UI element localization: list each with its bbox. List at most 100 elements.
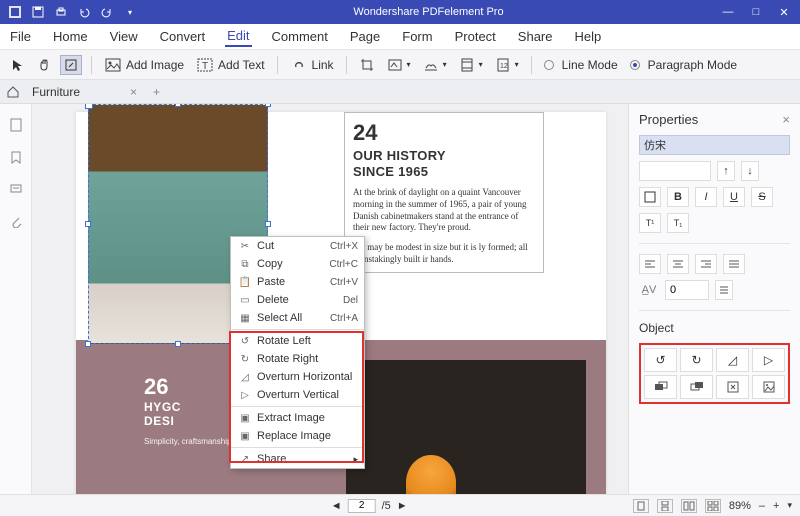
zoom-level: 89% — [729, 500, 751, 512]
menu-file[interactable]: File — [8, 27, 33, 46]
properties-title: Properties — [639, 112, 698, 127]
align-right-button[interactable] — [695, 254, 717, 274]
edit-object-button[interactable] — [60, 55, 82, 75]
save-icon[interactable] — [31, 5, 45, 19]
zoom-dropdown-icon[interactable]: ▾ — [787, 500, 792, 511]
continuous-view-button[interactable] — [657, 499, 673, 513]
title-bar: ▾ Wondershare PDFelement Pro ― □ ✕ — [0, 0, 800, 24]
add-text-button[interactable]: TAdd Text — [193, 54, 267, 76]
two-page-view-button[interactable] — [681, 499, 697, 513]
menu-share[interactable]: Share — [516, 27, 555, 46]
document-tab-bar: Furniture × + — [0, 80, 800, 104]
single-page-view-button[interactable] — [633, 499, 649, 513]
attachment-icon[interactable] — [7, 212, 25, 230]
ctx-paste[interactable]: 📋PasteCtrl+V — [231, 273, 364, 291]
zoom-out-button[interactable]: – — [759, 500, 765, 512]
undo-icon[interactable] — [77, 5, 91, 19]
minimize-button[interactable]: ― — [720, 6, 736, 19]
ctx-replace-image[interactable]: ▣Replace Image — [231, 427, 364, 445]
rotate-right-button[interactable]: ↻ — [680, 348, 713, 372]
properties-close-icon[interactable]: × — [782, 112, 790, 127]
menu-protect[interactable]: Protect — [453, 27, 498, 46]
edit-toolbar: Add Image TAdd Text Link ▾ ▾ ▾ 12▾ Line … — [0, 50, 800, 80]
page-number-input[interactable] — [348, 499, 376, 513]
link-button[interactable]: Link — [287, 54, 337, 76]
bookmark-icon[interactable] — [7, 148, 25, 166]
zoom-in-button[interactable]: + — [773, 500, 779, 512]
prev-page-button[interactable]: ◄ — [331, 500, 342, 512]
bring-front-button[interactable] — [680, 375, 713, 399]
line-spacing-button[interactable] — [715, 280, 733, 300]
align-justify-button[interactable] — [723, 254, 745, 274]
document-tab[interactable]: Furniture × — [24, 80, 145, 103]
home-tab-icon[interactable] — [6, 85, 24, 99]
crop-button[interactable] — [356, 55, 378, 75]
two-continuous-view-button[interactable] — [705, 499, 721, 513]
font-family-select[interactable]: 仿宋 — [639, 135, 790, 155]
subscript-button[interactable]: T₁ — [667, 213, 689, 233]
text-block[interactable]: 24 OUR HISTORY SINCE 1965 At the brink o… — [344, 112, 544, 273]
menu-form[interactable]: Form — [400, 27, 434, 46]
app-icon — [8, 5, 22, 19]
status-bar: ◄ /5 ► 89% – + ▾ — [0, 494, 800, 516]
ctx-delete[interactable]: ▭DeleteDel — [231, 291, 364, 309]
new-tab-button[interactable]: + — [145, 85, 168, 99]
strikethrough-button[interactable]: S — [751, 187, 773, 207]
ctx-rotate-right[interactable]: ↻Rotate Right — [231, 350, 364, 368]
ctx-rotate-left[interactable]: ↺Rotate Left — [231, 332, 364, 350]
menu-view[interactable]: View — [108, 27, 140, 46]
font-size-select[interactable] — [639, 161, 711, 181]
align-left-button[interactable] — [639, 254, 661, 274]
ctx-copy[interactable]: ⧉CopyCtrl+C — [231, 255, 364, 273]
increase-size-button[interactable]: ↑ — [717, 161, 735, 181]
menu-page[interactable]: Page — [348, 27, 382, 46]
decrease-size-button[interactable]: ↓ — [741, 161, 759, 181]
rotate-left-button[interactable]: ↺ — [644, 348, 677, 372]
menu-home[interactable]: Home — [51, 27, 90, 46]
align-center-button[interactable] — [667, 254, 689, 274]
menu-help[interactable]: Help — [573, 27, 604, 46]
redo-icon[interactable] — [100, 5, 114, 19]
ctx-cut[interactable]: ✂CutCtrl+X — [231, 237, 364, 255]
add-image-button[interactable]: Add Image — [101, 54, 187, 76]
close-button[interactable]: ✕ — [776, 6, 792, 19]
flip-vertical-button[interactable]: ▷ — [752, 348, 785, 372]
lamp-image[interactable] — [346, 360, 586, 494]
menu-edit[interactable]: Edit — [225, 26, 251, 47]
header-footer-button[interactable]: ▾ — [456, 55, 486, 75]
ctx-select-all[interactable]: ▦Select AllCtrl+A — [231, 309, 364, 327]
ctx-extract-image[interactable]: ▣Extract Image — [231, 409, 364, 427]
background-button[interactable]: ▾ — [420, 55, 450, 75]
italic-button[interactable]: I — [695, 187, 717, 207]
print-icon[interactable] — [54, 5, 68, 19]
menu-comment[interactable]: Comment — [270, 27, 330, 46]
line-mode-radio[interactable]: Line Mode — [541, 56, 621, 74]
superscript-button[interactable]: T¹ — [639, 213, 661, 233]
flip-horizontal-button[interactable]: ◿ — [716, 348, 749, 372]
extract-image-button[interactable] — [716, 375, 749, 399]
tab-close-icon[interactable]: × — [130, 85, 137, 99]
send-back-button[interactable] — [644, 375, 677, 399]
hand-tool-button[interactable] — [34, 56, 54, 74]
thumbnails-icon[interactable] — [7, 116, 25, 134]
ctx-overturn-vertical[interactable]: ▷Overturn Vertical — [231, 386, 364, 404]
window-title: Wondershare PDFelement Pro — [137, 6, 720, 18]
comment-icon[interactable] — [7, 180, 25, 198]
underline-button[interactable]: U — [723, 187, 745, 207]
document-canvas[interactable]: 24 OUR HISTORY SINCE 1965 At the brink o… — [32, 104, 628, 494]
select-arrow-button[interactable] — [8, 56, 28, 74]
menu-convert[interactable]: Convert — [158, 27, 208, 46]
qat-dropdown-icon[interactable]: ▾ — [123, 5, 137, 19]
bates-button[interactable]: 12▾ — [492, 55, 522, 75]
font-color-button[interactable] — [639, 187, 661, 207]
replace-image-button[interactable] — [752, 375, 785, 399]
watermark-button[interactable]: ▾ — [384, 55, 414, 75]
ctx-overturn-horizontal[interactable]: ◿Overturn Horizontal — [231, 368, 364, 386]
bold-button[interactable]: B — [667, 187, 689, 207]
ctx-share[interactable]: ↗Share▸ — [231, 450, 364, 468]
maximize-button[interactable]: □ — [748, 6, 764, 19]
menu-bar: File Home View Convert Edit Comment Page… — [0, 24, 800, 50]
paragraph-mode-radio[interactable]: Paragraph Mode — [627, 56, 740, 74]
next-page-button[interactable]: ► — [397, 500, 408, 512]
character-spacing-input[interactable] — [665, 280, 709, 300]
